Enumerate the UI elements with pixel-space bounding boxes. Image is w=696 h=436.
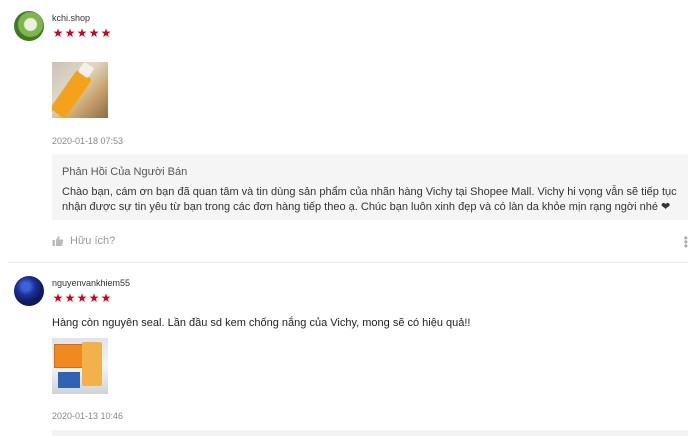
divider bbox=[8, 262, 688, 263]
reviewer-username: kchi.shop bbox=[52, 13, 91, 23]
seller-reply-title: Phản Hồi Của Người Bán bbox=[62, 166, 188, 178]
star-icon: ★ bbox=[52, 26, 64, 40]
reviewer-username: nguyenvankhiem55 bbox=[52, 278, 131, 288]
review-date: 2020-01-13 10:46 bbox=[52, 411, 124, 421]
seller-reply bbox=[52, 430, 688, 436]
review-image[interactable] bbox=[52, 338, 108, 394]
helpful-button[interactable]: Hữu ích? bbox=[52, 235, 115, 247]
thumbs-up-icon bbox=[52, 236, 64, 246]
seller-reply-text: Chào bạn, cám ơn bạn đã quan tâm và tin … bbox=[62, 186, 677, 213]
review-image[interactable] bbox=[52, 62, 108, 118]
review-date: 2020-01-18 07:53 bbox=[52, 136, 124, 146]
star-icon: ★ bbox=[52, 291, 64, 305]
more-vertical-icon[interactable]: • • • bbox=[684, 232, 688, 252]
seller-reply: Phản Hồi Của Người Bán Chào bạn, cám ơn … bbox=[52, 154, 688, 220]
star-icon: ★ bbox=[88, 291, 100, 305]
rating-stars: ★★★★★ bbox=[52, 27, 112, 39]
star-icon: ★ bbox=[100, 291, 112, 305]
helpful-label: Hữu ích? bbox=[70, 235, 116, 247]
star-icon: ★ bbox=[88, 26, 100, 40]
rating-stars: ★★★★★ bbox=[52, 292, 112, 304]
star-icon: ★ bbox=[100, 26, 112, 40]
star-icon: ★ bbox=[64, 26, 76, 40]
star-icon: ★ bbox=[76, 26, 88, 40]
avatar[interactable] bbox=[14, 11, 44, 41]
avatar[interactable] bbox=[14, 276, 44, 306]
review-comment: Hàng còn nguyên seal. Lần đầu sd kem chố… bbox=[52, 317, 471, 329]
star-icon: ★ bbox=[64, 291, 76, 305]
star-icon: ★ bbox=[76, 291, 88, 305]
